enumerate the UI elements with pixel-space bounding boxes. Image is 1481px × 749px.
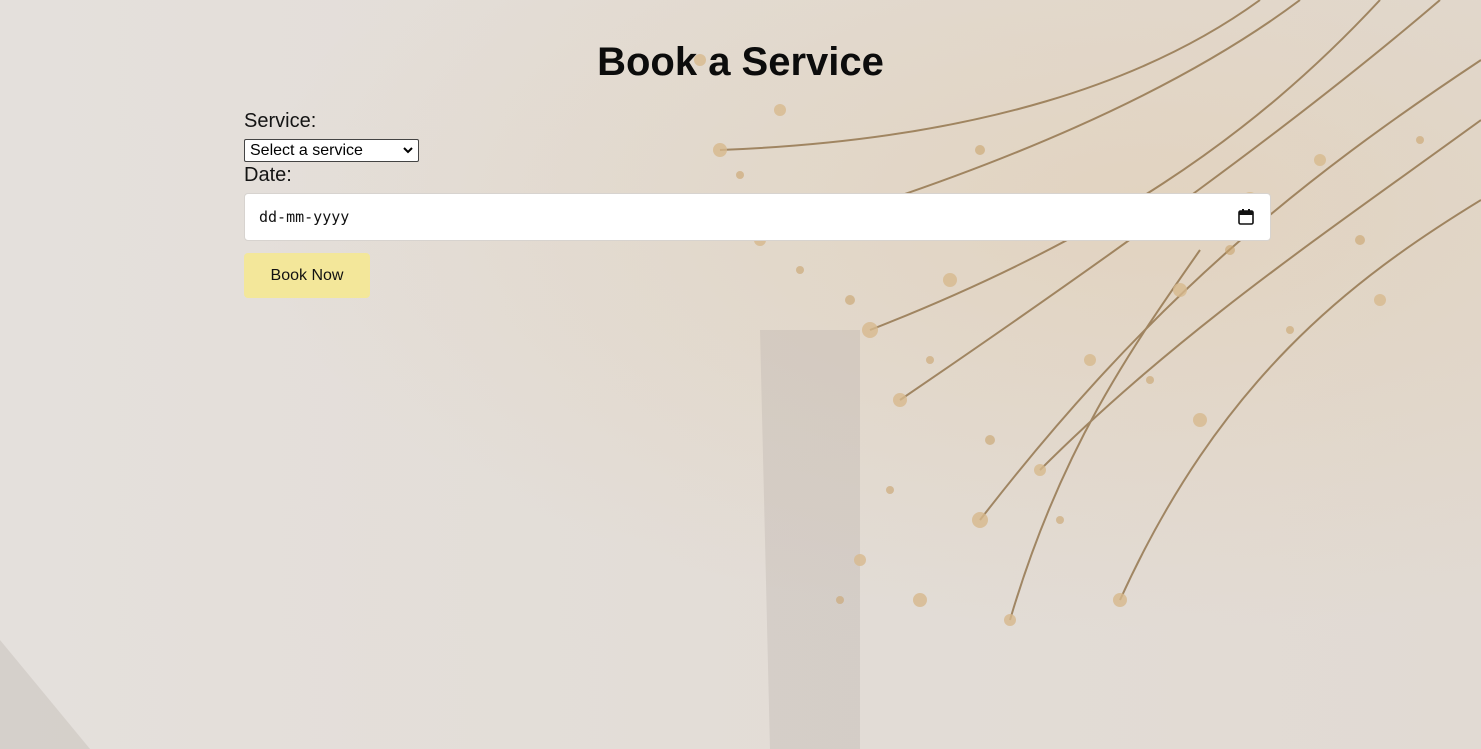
calendar-icon[interactable] bbox=[1238, 209, 1254, 225]
date-label: Date: bbox=[244, 164, 292, 186]
booking-form: Service: Select a service Date: dd-mm-yy… bbox=[244, 108, 1271, 298]
booking-page: Book a Service Service: Select a service… bbox=[0, 0, 1481, 749]
page-title: Book a Service bbox=[597, 40, 884, 84]
book-now-button[interactable]: Book Now bbox=[244, 253, 370, 298]
service-select-value: Select a service bbox=[250, 142, 363, 159]
chevron-down-icon bbox=[403, 147, 413, 154]
date-input[interactable]: dd-mm-yyyy bbox=[244, 193, 1271, 241]
service-label: Service: bbox=[244, 110, 317, 132]
service-select[interactable]: Select a service bbox=[244, 139, 419, 162]
date-input-placeholder: dd-mm-yyyy bbox=[259, 208, 350, 226]
